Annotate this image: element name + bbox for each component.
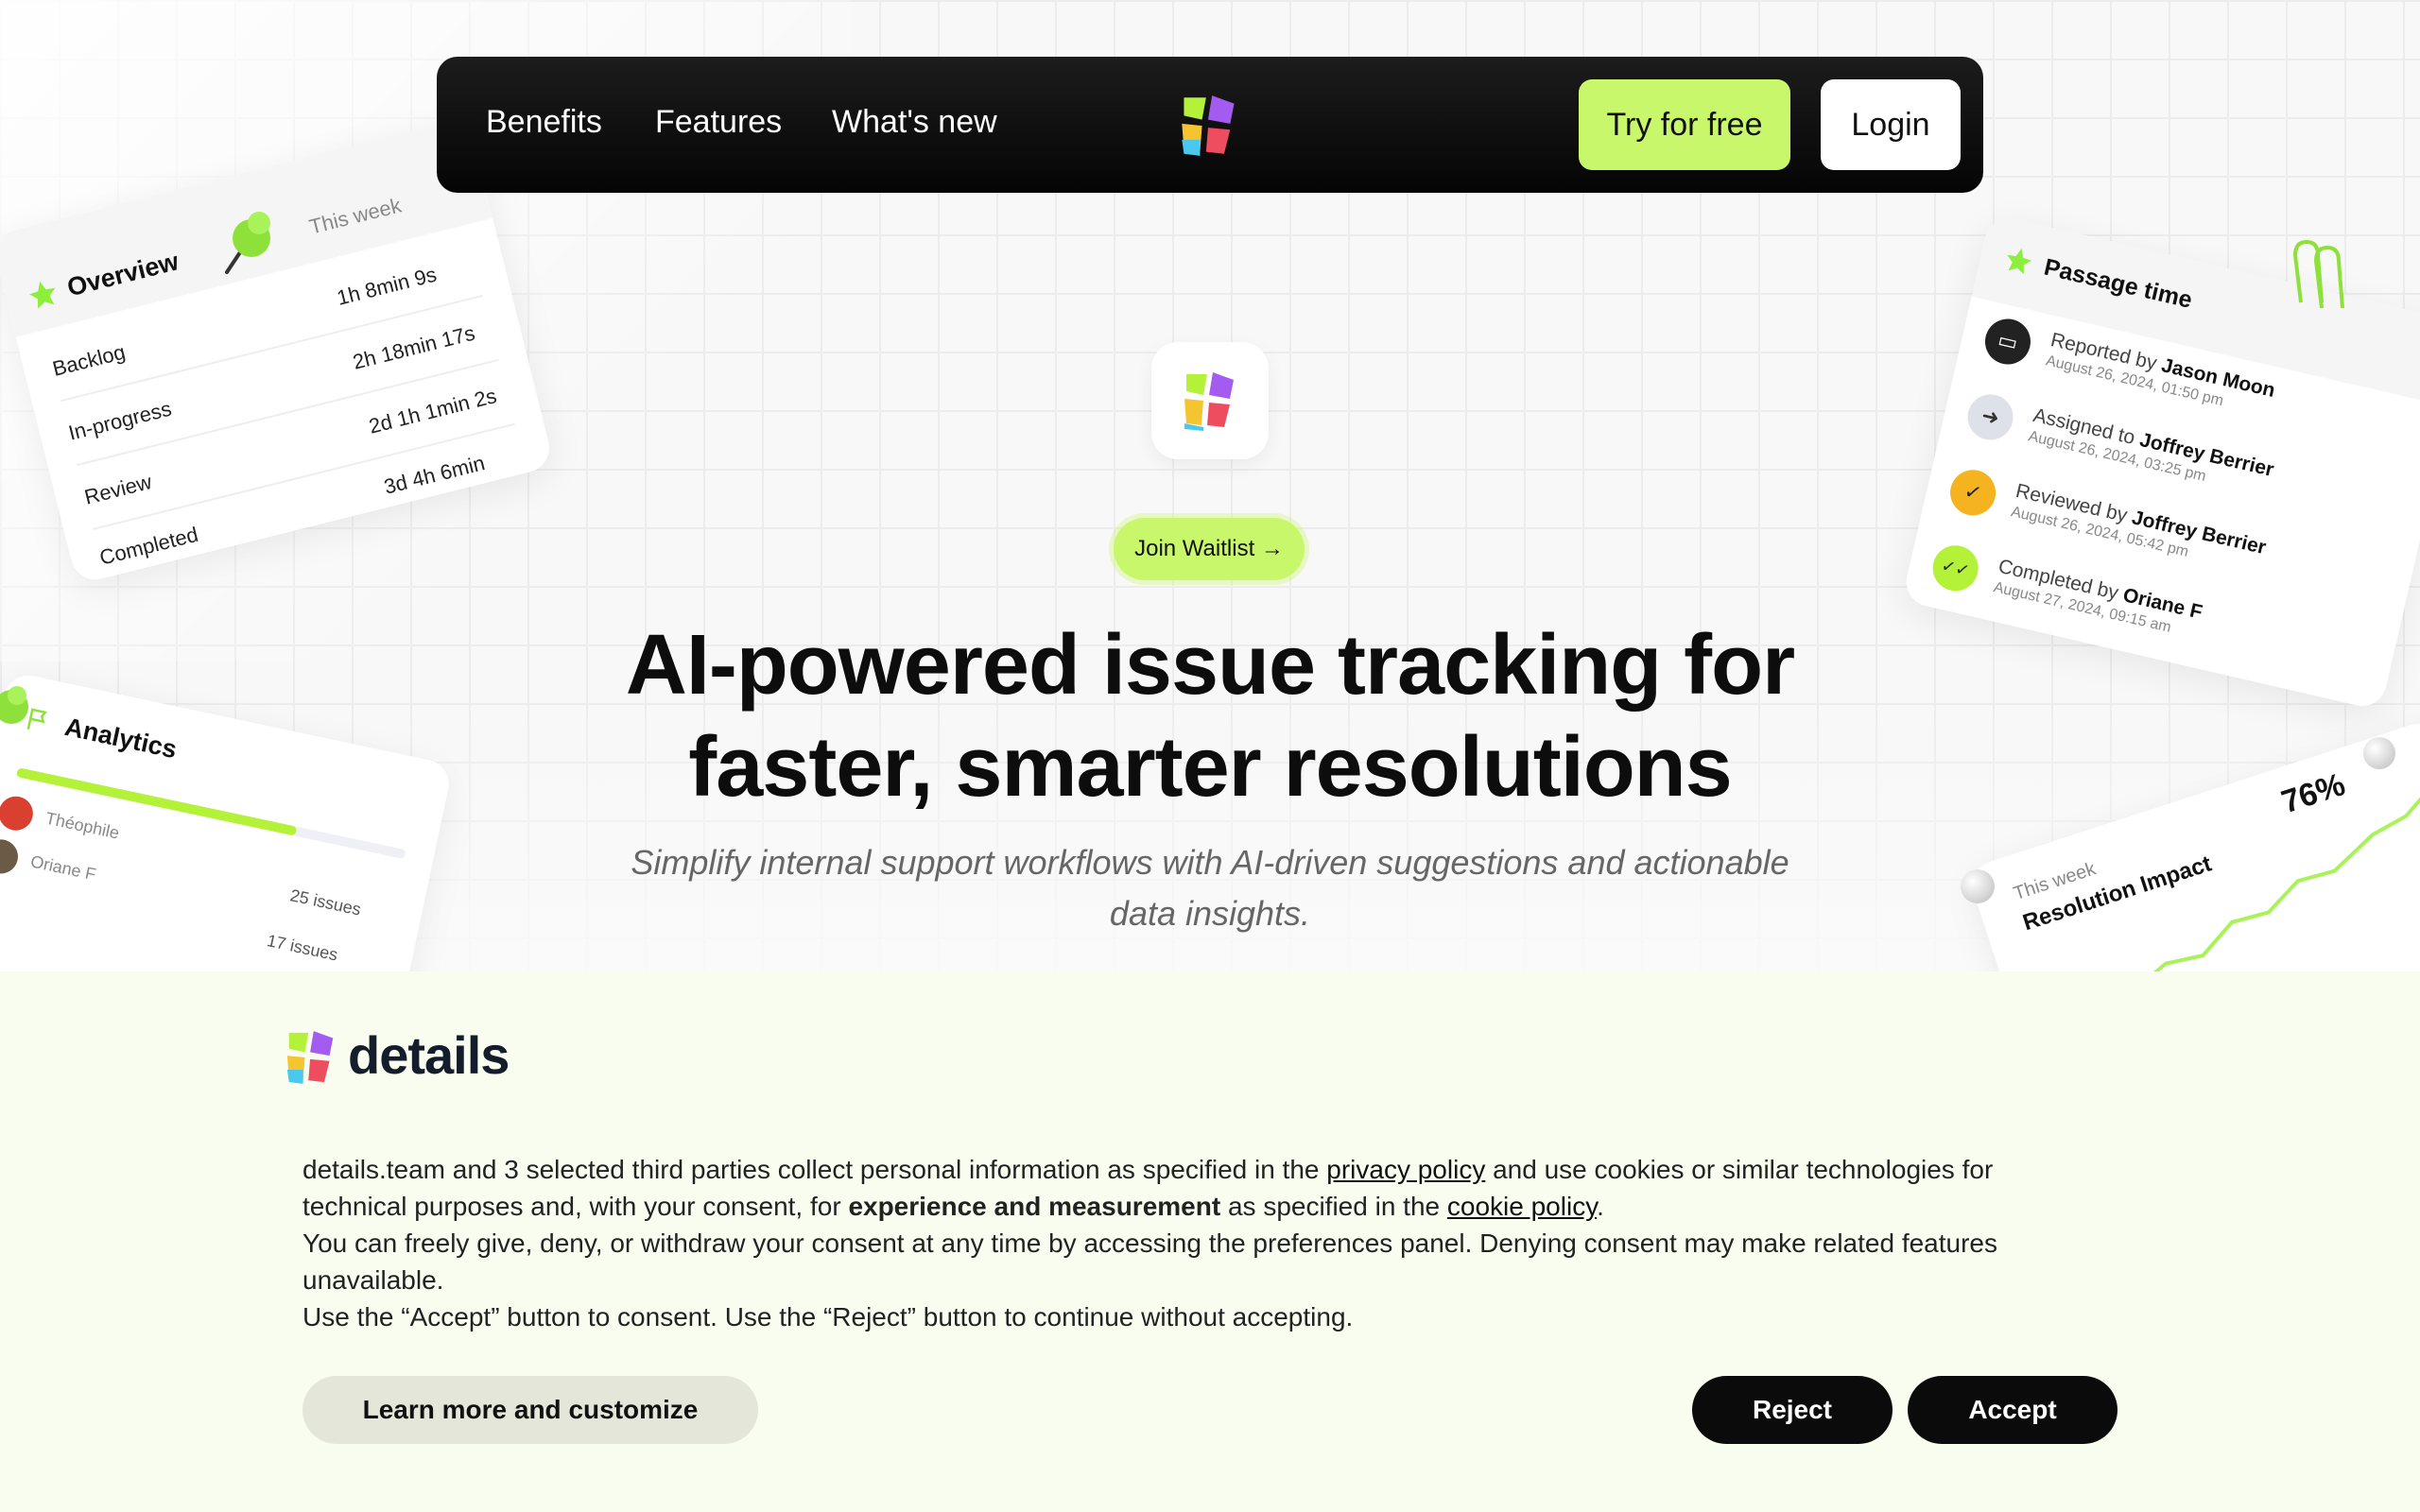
- analytics-user-name: Théophile: [43, 808, 121, 843]
- cookie-paragraph: You can freely give, deny, or withdraw y…: [302, 1228, 1997, 1295]
- cookie-banner: details details.team and 3 selected thir…: [0, 971, 2420, 1512]
- pin-head: [2363, 737, 2395, 769]
- cookie-text-fragment: .: [1597, 1192, 1604, 1221]
- check-icon: ✓: [1945, 465, 2000, 521]
- double-check-icon: ✓✓: [1927, 541, 1983, 595]
- nav-link-benefits[interactable]: Benefits: [486, 104, 602, 141]
- cookie-text-fragment: as specified in the: [1220, 1192, 1447, 1221]
- avatar: [0, 793, 37, 834]
- overview-row-value: 2h 18min 17s: [350, 320, 477, 374]
- overview-row-label: Review: [81, 469, 154, 509]
- app-icon: [1151, 342, 1269, 459]
- cookie-text: details.team and 3 selected third partie…: [302, 1151, 2080, 1335]
- hero-headline: AI-powered issue tracking for faster, sm…: [454, 614, 1966, 818]
- nav-link-whats-new[interactable]: What's new: [832, 104, 997, 141]
- try-for-free-button[interactable]: Try for free: [1579, 79, 1790, 170]
- cookie-text-fragment: details.team and 3 selected third partie…: [302, 1155, 1327, 1184]
- overview-row-label: Completed: [96, 522, 201, 570]
- folder-icon: ▭: [1980, 314, 2035, 369]
- cookie-policy-link[interactable]: cookie policy: [1447, 1192, 1597, 1221]
- cookie-text-bold: experience and measurement: [848, 1192, 1221, 1221]
- analytics-user-name: Oriane F: [28, 851, 98, 885]
- paperclip-icon: [2292, 239, 2344, 309]
- pin-head: [1961, 869, 1995, 903]
- hero-headline-line: faster, smarter resolutions: [688, 720, 1732, 815]
- nav-link-features[interactable]: Features: [655, 104, 782, 141]
- overview-row-label: Backlog: [49, 339, 128, 381]
- analytics-issue-count: 17 issues: [265, 931, 340, 965]
- overview-row-value: 1h 8min 9s: [334, 262, 440, 310]
- hero-subline-line: data insights.: [1109, 894, 1311, 933]
- accept-button[interactable]: Accept: [1908, 1376, 2118, 1444]
- avatar: [0, 836, 22, 877]
- details-logo-icon: [1184, 372, 1234, 431]
- overview-row-label: In-progress: [65, 396, 174, 445]
- hero-subline-line: Simplify internal support workflows with…: [631, 843, 1789, 882]
- cookie-paragraph: details.team and 3 selected third partie…: [302, 1151, 2080, 1225]
- analytics-title: Analytics: [61, 712, 180, 765]
- pushpin-icon: [0, 686, 28, 724]
- learn-more-customize-button[interactable]: Learn more and customize: [302, 1376, 758, 1444]
- privacy-policy-link[interactable]: privacy policy: [1326, 1155, 1485, 1184]
- cookie-paragraph: Use the “Accept” button to consent. Use …: [302, 1302, 1354, 1332]
- details-logo-icon[interactable]: [1179, 94, 1239, 158]
- login-button[interactable]: Login: [1821, 79, 1961, 170]
- hero-subline: Simplify internal support workflows with…: [548, 837, 1872, 939]
- pushpin-icon: [225, 212, 270, 274]
- arrow-circle-icon: ➜: [1962, 389, 2018, 445]
- reject-button[interactable]: Reject: [1692, 1376, 1893, 1444]
- hero-headline-line: AI-powered issue tracking for: [625, 618, 1795, 713]
- overview-row-value: 3d 4h 6min: [381, 451, 488, 499]
- cookie-brand-name: details: [348, 1025, 510, 1085]
- details-logo-icon: [286, 1031, 334, 1084]
- top-navigation: Benefits Features What's new Try for fre…: [437, 57, 1983, 193]
- join-waitlist-button[interactable]: Join Waitlist →: [1114, 518, 1305, 580]
- analytics-issue-count: 25 issues: [288, 885, 363, 919]
